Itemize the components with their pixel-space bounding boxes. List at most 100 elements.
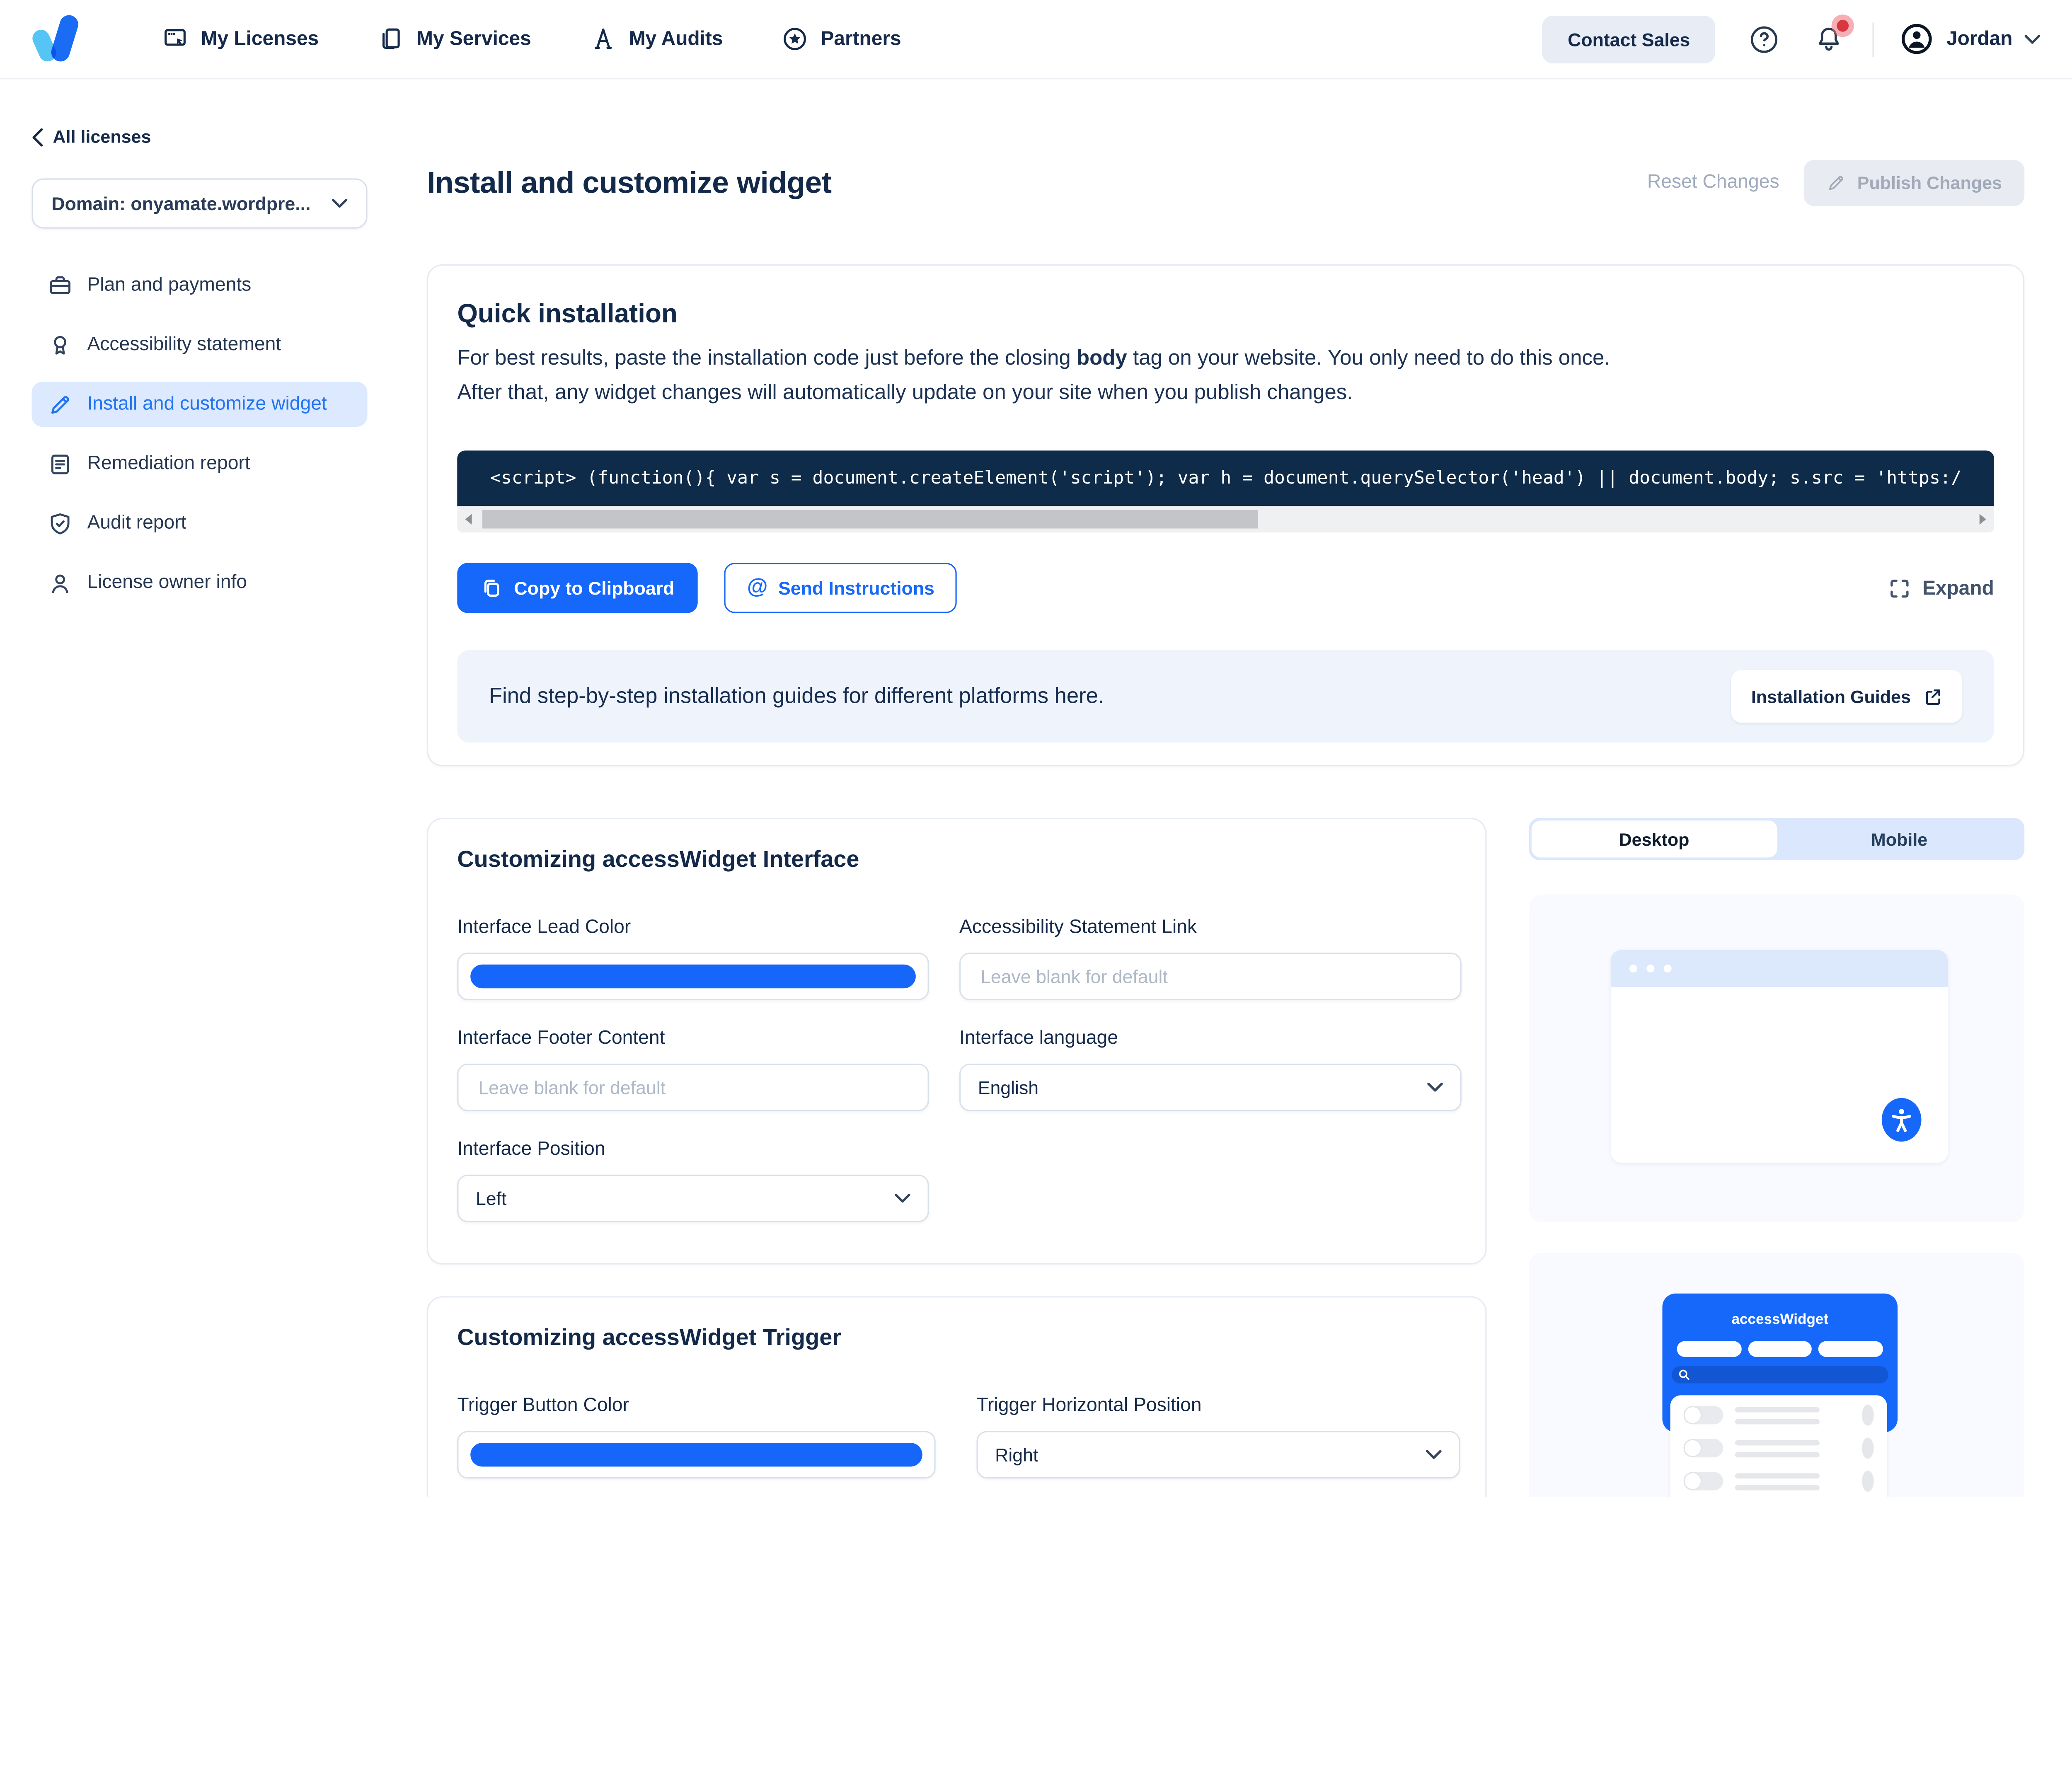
desktop-preview-panel (1529, 895, 2024, 1222)
sidebar-item-install-and-customize-widget[interactable]: Install and customize widget (32, 382, 368, 427)
avatar-icon (1899, 21, 1934, 57)
trigger-color-label: Trigger Button Color (457, 1395, 935, 1416)
code-horizontal-scrollbar[interactable] (457, 506, 1994, 532)
installation-guides-button[interactable]: Installation Guides (1731, 670, 1962, 723)
scroll-left-arrow-icon[interactable] (465, 514, 472, 525)
preview-column: Desktop Mobile (1529, 818, 2024, 1497)
widget-option-row (1684, 1439, 1874, 1458)
footer-content-input[interactable] (476, 1076, 910, 1099)
installation-guides-banner: Find step-by-step installation guides fo… (457, 650, 1994, 743)
quick-installation-card: Quick installation For best results, pas… (427, 264, 2024, 767)
chevron-down-icon (2024, 34, 2040, 44)
pencil-icon (1827, 172, 1847, 192)
widget-option-row (1684, 1472, 1874, 1490)
browser-mockup (1611, 950, 1948, 1163)
sidebar-item-label: Install and customize widget (87, 394, 327, 415)
interface-form-row-1: Interface Lead Color Accessibility State… (457, 917, 1456, 1000)
contact-sales-button[interactable]: Contact Sales (1543, 15, 1715, 63)
widget-profile-pills (1677, 1341, 1883, 1357)
page-header: Install and customize widget Reset Chang… (427, 156, 2024, 209)
window-dot (1664, 965, 1672, 972)
sidebar-item-license-owner-info[interactable]: License owner info (32, 560, 368, 605)
external-link-icon (1923, 687, 1943, 706)
licenses-icon (161, 25, 189, 53)
scrollbar-thumb[interactable] (482, 510, 1258, 529)
user-name: Jordan (1946, 28, 2012, 50)
domain-selector[interactable]: Domain: onyamate.wordpre... (32, 178, 368, 228)
user-icon (48, 570, 73, 595)
page-title: Install and customize widget (427, 164, 832, 200)
preview-device-tabs: Desktop Mobile (1529, 818, 2024, 860)
chevron-down-icon (1427, 1082, 1443, 1093)
widget-option-row (1684, 1406, 1874, 1425)
copy-icon (481, 577, 502, 598)
option-glyph (1862, 1437, 1874, 1459)
sidebar-item-accessibility-statement[interactable]: Accessibility statement (32, 322, 368, 367)
expand-code-link[interactable]: Expand (1888, 577, 1994, 599)
nav-item-my-licenses[interactable]: My Licenses (161, 25, 319, 53)
statement-link-input[interactable] (978, 965, 1443, 988)
reset-changes-link[interactable]: Reset Changes (1647, 172, 1779, 193)
trigger-section-title: Customizing accessWidget Trigger (457, 1324, 1456, 1352)
installation-code-snippet[interactable]: <script> (function(){ var s = document.c… (457, 450, 1994, 506)
guides-banner-text: Find step-by-step installation guides fo… (489, 684, 1104, 709)
widget-search-bar (1672, 1366, 1888, 1383)
back-to-all-licenses-link[interactable]: All licenses (32, 127, 368, 147)
nav-item-partners[interactable]: Partners (781, 25, 901, 53)
sidebar-item-audit-report[interactable]: Audit report (32, 501, 368, 546)
back-label: All licenses (53, 127, 151, 147)
scroll-right-arrow-icon[interactable] (1980, 514, 1986, 525)
interface-lead-color-input[interactable] (457, 953, 929, 1000)
nav-item-label: My Services (416, 28, 531, 50)
interface-position-select[interactable]: Left (457, 1175, 929, 1222)
window-dot (1629, 965, 1637, 972)
footer-content-field (457, 1064, 929, 1111)
nav-divider (1872, 22, 1874, 56)
widget-options-sheet (1670, 1395, 1887, 1497)
main-content: Install and customize widget Reset Chang… (427, 0, 2024, 1497)
chevron-down-icon (1426, 1449, 1442, 1460)
accessibility-trigger-preview (1882, 1098, 1922, 1142)
chevron-left-icon (32, 128, 44, 146)
help-button[interactable] (1748, 23, 1780, 55)
code-actions-row: Copy to Clipboard @ Send Instructions Ex… (457, 563, 1994, 613)
horizontal-position-value: Right (995, 1444, 1038, 1465)
app-window: My Licenses My Services My Audits Partne… (0, 0, 2072, 1497)
lead-color-swatch (470, 965, 916, 988)
tab-mobile[interactable]: Mobile (1777, 820, 2022, 857)
sidebar-item-label: Audit report (87, 513, 186, 534)
widget-title: accessWidget (1662, 1311, 1898, 1329)
notifications-button[interactable] (1813, 23, 1845, 55)
audits-icon (589, 25, 617, 53)
interface-language-select[interactable]: English (959, 1064, 1462, 1111)
accessibe-logo[interactable] (32, 12, 85, 65)
trigger-button-color-input[interactable] (457, 1431, 935, 1478)
sidebar: All licenses Domain: onyamate.wordpre...… (32, 127, 368, 605)
browser-titlebar (1611, 950, 1948, 987)
user-menu[interactable]: Jordan (1899, 21, 2040, 57)
nav-item-my-audits[interactable]: My Audits (589, 25, 723, 53)
copy-to-clipboard-button[interactable]: Copy to Clipboard (457, 563, 698, 613)
chevron-down-icon (332, 198, 347, 209)
search-icon (1678, 1369, 1690, 1381)
sidebar-item-remediation-report[interactable]: Remediation report (32, 441, 368, 486)
trigger-customization-card: Customizing accessWidget Trigger Trigger… (427, 1296, 1486, 1497)
main-menu: My Licenses My Services My Audits Partne… (161, 25, 901, 53)
award-icon (48, 332, 73, 358)
widget-pill (1819, 1341, 1883, 1357)
trigger-horizontal-position-select[interactable]: Right (977, 1431, 1460, 1478)
send-instructions-button[interactable]: @ Send Instructions (724, 563, 957, 613)
tab-desktop[interactable]: Desktop (1532, 820, 1777, 857)
nav-item-my-services[interactable]: My Services (377, 25, 531, 53)
accessibility-person-icon (1888, 1105, 1915, 1134)
desc-text: For best results, paste the installation… (457, 348, 1077, 370)
position-label: Interface Position (457, 1139, 929, 1160)
quick-installation-title: Quick installation (457, 300, 678, 330)
notification-badge (1837, 19, 1849, 31)
document-icon (48, 451, 73, 477)
option-text-lines (1735, 1473, 1820, 1490)
copy-button-label: Copy to Clipboard (514, 577, 674, 598)
publish-changes-button[interactable]: Publish Changes (1804, 159, 2024, 206)
sidebar-item-plan-and-payments[interactable]: Plan and payments (32, 263, 368, 308)
mobile-preview-panel: accessWidget (1529, 1253, 2024, 1497)
